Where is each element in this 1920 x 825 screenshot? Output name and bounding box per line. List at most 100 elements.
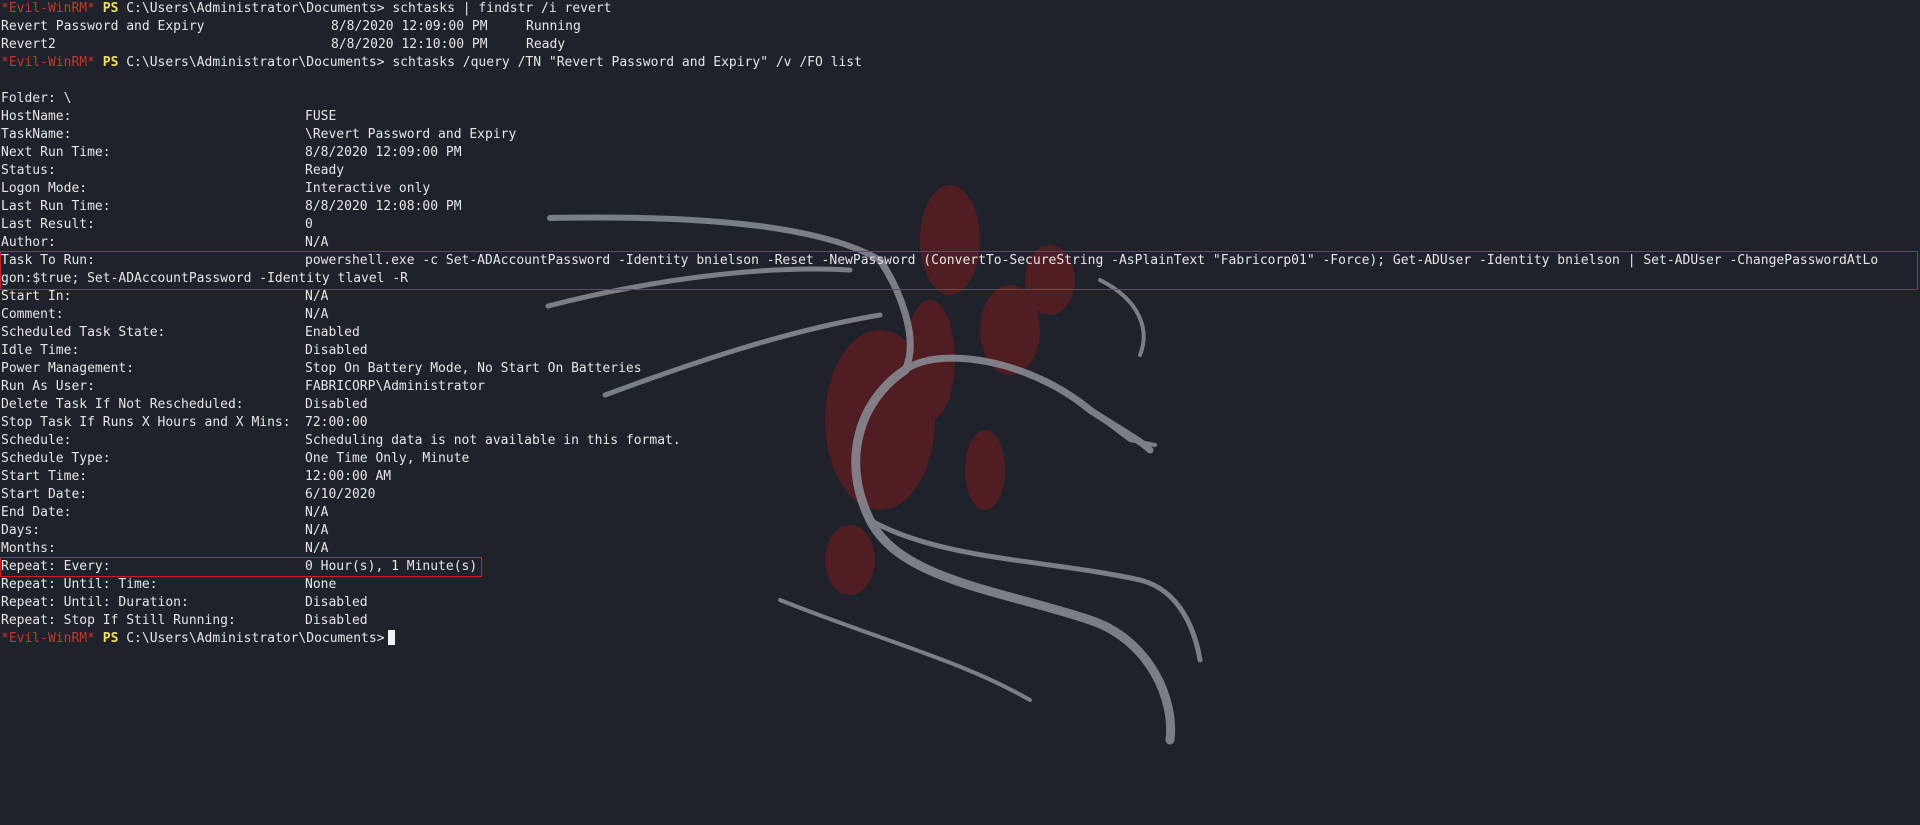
field-row: Schedule Type: One Time Only, Minute (1, 450, 469, 468)
field-row: Schedule: Scheduling data is not availabl… (1, 432, 681, 450)
field-value: N/A (305, 541, 329, 556)
prompt-ps: PS (102, 631, 119, 646)
field-label: Author: (1, 235, 56, 250)
field-label: Repeat: Until: Time: (1, 577, 158, 592)
field-value: Stop On Battery Mode, No Start On Batter… (305, 361, 642, 376)
prompt-line-1: *Evil-WinRM* PS C:\Users\Administrator\D… (1, 0, 612, 18)
field-row: HostName: FUSE (1, 108, 336, 126)
command-text: schtasks | findstr /i revert (392, 1, 612, 16)
field-value: Scheduling data is not available in this… (305, 433, 681, 448)
field-row: Start Date: 6/10/2020 (1, 486, 375, 504)
field-value: 8/8/2020 12:08:00 PM (305, 199, 462, 214)
field-row: End Date: N/A (1, 504, 328, 522)
field-value: 6/10/2020 (305, 487, 376, 502)
field-label: Run As User: (1, 379, 95, 394)
field-value: Disabled (305, 613, 368, 628)
field-row: Next Run Time: 8/8/2020 12:09:00 PM (1, 144, 462, 162)
prompt-line-3: *Evil-WinRM* PS C:\Users\Administrator\D… (1, 630, 395, 648)
prompt-line-2: *Evil-WinRM* PS C:\Users\Administrator\D… (1, 54, 862, 72)
field-label: Status: (1, 163, 56, 178)
task-time: 8/8/2020 12:10:00 PM (331, 37, 488, 52)
field-row: Author: N/A (1, 234, 328, 252)
field-label: Scheduled Task State: (1, 325, 166, 340)
field-label: Power Management: (1, 361, 135, 376)
field-row: Comment: N/A (1, 306, 328, 324)
field-row: Stop Task If Runs X Hours and X Mins: 72:… (1, 414, 368, 432)
field-label: Comment: (1, 307, 64, 322)
prompt-path: C:\Users\Administrator\Documents> (126, 631, 385, 646)
field-label: Schedule: (1, 433, 72, 448)
terminal-cursor[interactable] (387, 630, 395, 645)
prompt-ps: PS (102, 55, 119, 70)
field-label: Next Run Time: (1, 145, 111, 160)
field-row: Start Time: 12:00:00 AM (1, 468, 391, 486)
field-label: Repeat: Stop If Still Running: (1, 613, 236, 628)
field-value: FUSE (305, 109, 337, 124)
field-row: Repeat: Until: Duration: Disabled (1, 594, 368, 612)
prompt-path: C:\Users\Administrator\Documents> (126, 1, 385, 16)
field-row: Scheduled Task State: Enabled (1, 324, 360, 342)
field-row: Repeat: Until: Time: None (1, 576, 336, 594)
field-row: Status: Ready (1, 162, 344, 180)
field-value: FABRICORP\Administrator (305, 379, 486, 394)
field-value: 12:00:00 AM (305, 469, 392, 484)
field-value: Ready (305, 163, 345, 178)
field-label: Logon Mode: (1, 181, 88, 196)
field-label: Stop Task If Runs X Hours and X Mins: (1, 415, 291, 430)
field-value: None (305, 577, 337, 592)
field-value: N/A (305, 289, 329, 304)
findstr-result-row: Revert Password and Expiry 8/8/2020 12:09… (1, 18, 581, 36)
field-label: Months: (1, 541, 56, 556)
field-value: Disabled (305, 397, 368, 412)
field-label: Last Result: (1, 217, 95, 232)
task-time: 8/8/2020 12:09:00 PM (331, 19, 488, 34)
field-row: Run As User: FABRICORP\Administrator (1, 378, 485, 396)
field-row: Delete Task If Not Rescheduled: Disabled (1, 396, 368, 414)
field-row: Last Run Time: 8/8/2020 12:08:00 PM (1, 198, 462, 216)
field-row: Start In: N/A (1, 288, 328, 306)
field-value: Disabled (305, 595, 368, 610)
prompt-evil-winrm: *Evil-WinRM* (1, 1, 95, 16)
field-row: Repeat: Stop If Still Running: Disabled (1, 612, 368, 630)
field-value: One Time Only, Minute (305, 451, 470, 466)
field-label: Start In: (1, 289, 72, 304)
prompt-evil-winrm: *Evil-WinRM* (1, 55, 95, 70)
field-value: 0 (305, 217, 313, 232)
field-value: 8/8/2020 12:09:00 PM (305, 145, 462, 160)
field-value: N/A (305, 235, 329, 250)
field-label: Start Date: (1, 487, 88, 502)
field-label: TaskName: (1, 127, 72, 142)
field-value: N/A (305, 307, 329, 322)
field-row: Last Result: 0 (1, 216, 313, 234)
folder-line: Folder: \ (1, 91, 72, 106)
prompt-evil-winrm: *Evil-WinRM* (1, 631, 95, 646)
field-value: Interactive only (305, 181, 431, 196)
field-value: Enabled (305, 325, 360, 340)
field-row: Logon Mode: Interactive only (1, 180, 430, 198)
field-label: Idle Time: (1, 343, 80, 358)
task-status: Running (526, 19, 581, 34)
field-row: Months: N/A (1, 540, 328, 558)
field-label: Start Time: (1, 469, 88, 484)
task-to-run-highlight (0, 251, 1918, 290)
field-value: N/A (305, 523, 329, 538)
field-row: TaskName: \Revert Password and Expiry (1, 126, 516, 144)
field-row: Days: N/A (1, 522, 328, 540)
terminal-window[interactable]: *Evil-WinRM* PS C:\Users\Administrator\D… (0, 0, 1920, 760)
field-label: End Date: (1, 505, 72, 520)
field-row: Idle Time: Disabled (1, 342, 368, 360)
field-value: Disabled (305, 343, 368, 358)
findstr-result-row: Revert2 8/8/2020 12:10:00 PM Ready (1, 36, 565, 54)
field-value: 72:00:00 (305, 415, 368, 430)
field-value: \Revert Password and Expiry (305, 127, 517, 142)
prompt-ps: PS (102, 1, 119, 16)
field-value: N/A (305, 505, 329, 520)
field-label: Schedule Type: (1, 451, 111, 466)
field-label: HostName: (1, 109, 72, 124)
task-status: Ready (526, 37, 566, 52)
command-text: schtasks /query /TN "Revert Password and… (392, 55, 862, 70)
field-label: Last Run Time: (1, 199, 111, 214)
repeat-every-highlight (0, 557, 482, 577)
prompt-path: C:\Users\Administrator\Documents> (126, 55, 385, 70)
field-label: Days: (1, 523, 41, 538)
